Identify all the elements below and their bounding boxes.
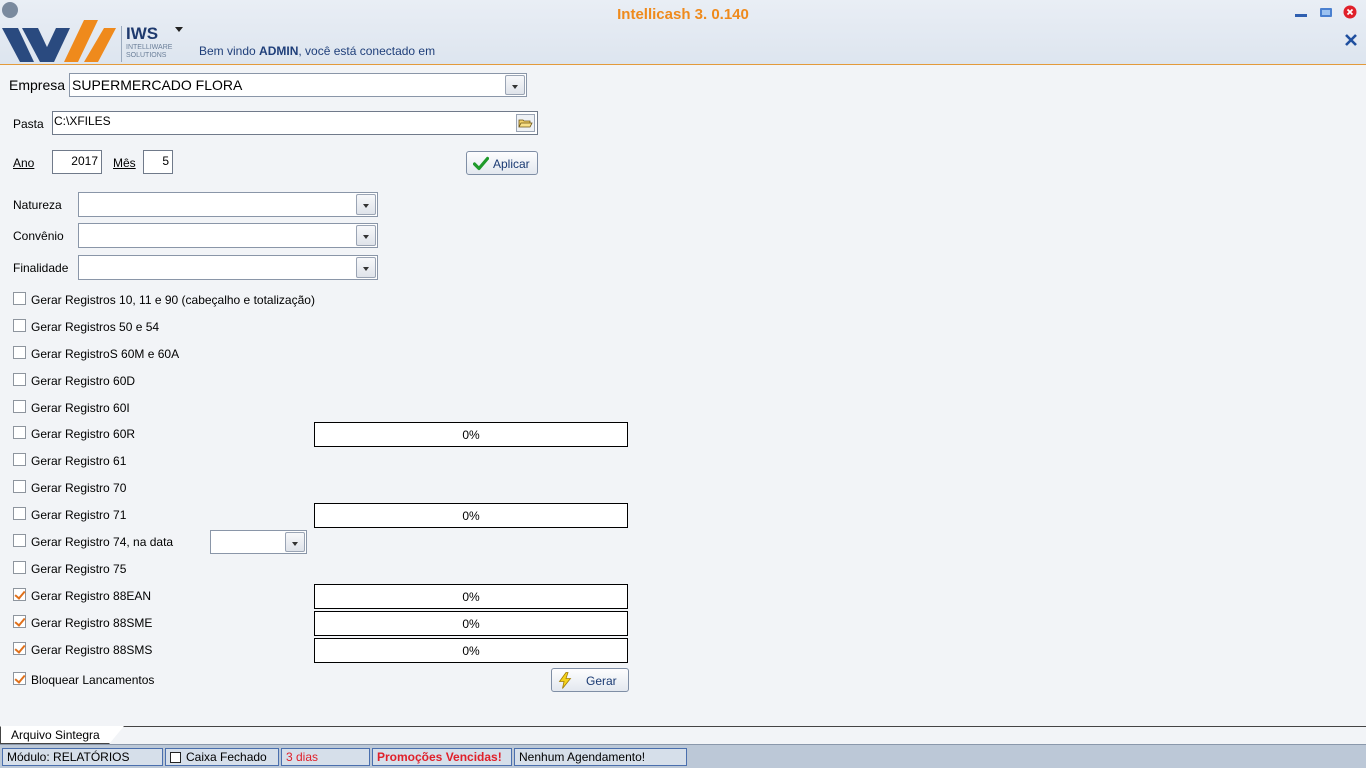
tab-strip: Arquivo Sintegra [0, 726, 1366, 744]
checkbox-registro-88sme[interactable] [13, 615, 26, 628]
empresa-dropdown-icon[interactable] [505, 75, 525, 95]
brand-separator [121, 26, 122, 62]
convenio-select[interactable] [78, 223, 378, 248]
brand-menu-dropdown-icon[interactable] [175, 27, 183, 32]
convenio-dropdown-icon[interactable] [356, 225, 376, 246]
finalidade-dropdown-icon[interactable] [356, 257, 376, 278]
progress-percent: 0% [462, 428, 480, 442]
gerar-button[interactable]: Gerar [551, 668, 629, 692]
checkbox-registro-60i[interactable] [13, 400, 26, 413]
progress-percent: 0% [462, 509, 480, 523]
brand-subtitle-line-2: SOLUTIONS [126, 52, 167, 59]
status-modulo: Módulo: RELATÓRIOS [2, 748, 163, 766]
natureza-label: Natureza [13, 198, 62, 212]
caixa-indicator-icon [170, 752, 181, 763]
pasta-input[interactable]: C:\XFILES [52, 111, 538, 135]
status-dias: 3 dias [281, 748, 370, 766]
checkbox-registro-60r[interactable] [13, 426, 26, 439]
checkbox-label: Gerar Registro 70 [31, 481, 127, 495]
checkbox-registro-74[interactable] [13, 534, 26, 547]
progress-bar-88sms: 0% [314, 638, 628, 663]
brand-name: IWS [126, 24, 159, 43]
brand-subtitle-line-1: INTELLIWARE [126, 44, 173, 51]
welcome-message: Bem vindo ADMIN, você está conectado em [199, 44, 435, 58]
aplicar-label: Aplicar [493, 157, 530, 171]
status-agendamento: Nenhum Agendamento! [514, 748, 687, 766]
progress-percent: 0% [462, 644, 480, 658]
progress-bar-71: 0% [314, 503, 628, 528]
finalidade-select[interactable] [78, 255, 378, 280]
checkbox-label: Gerar Registro 88EAN [31, 589, 152, 603]
pasta-label: Pasta [13, 117, 44, 131]
checkbox-label: Gerar Registros 10, 11 e 90 (cabeçalho e… [31, 293, 315, 307]
progress-bar-88ean: 0% [314, 584, 628, 609]
checkbox-registro-88ean[interactable] [13, 588, 26, 601]
mes-label: Mês [113, 156, 136, 170]
pasta-value: C:\XFILES [54, 114, 111, 128]
checkbox-registros-60m-60a[interactable] [13, 346, 26, 359]
progress-percent: 0% [462, 617, 480, 631]
gerar-label: Gerar [586, 674, 617, 688]
tab-arquivo-sintegra[interactable]: Arquivo Sintegra [0, 726, 124, 744]
ano-input[interactable]: 2017 [52, 150, 102, 174]
registro-74-date-picker[interactable] [210, 530, 307, 554]
progress-bar-88sme: 0% [314, 611, 628, 636]
checkmark-icon [473, 156, 489, 171]
checkbox-bloquear-lancamentos[interactable] [13, 672, 26, 685]
progress-percent: 0% [462, 590, 480, 604]
checkbox-registro-61[interactable] [13, 453, 26, 466]
aplicar-button[interactable]: Aplicar [466, 151, 538, 175]
convenio-label: Convênio [13, 229, 64, 243]
status-caixa-text: Caixa Fechado [186, 750, 267, 764]
natureza-dropdown-icon[interactable] [356, 194, 376, 215]
checkbox-registros-50-54[interactable] [13, 319, 26, 332]
finalidade-label: Finalidade [13, 261, 69, 275]
checkbox-label: Gerar Registro 60R [31, 427, 136, 441]
minimize-icon[interactable] [1294, 5, 1308, 19]
checkbox-label: Gerar RegistroS 60M e 60A [31, 347, 180, 361]
empresa-value: SUPERMERCADO FLORA [72, 77, 243, 93]
status-caixa: Caixa Fechado [165, 748, 279, 766]
welcome-user: ADMIN [259, 44, 299, 58]
app-header: IWS INTELLIWARE SOLUTIONS Bem vindo ADMI… [0, 0, 1366, 65]
checkbox-registro-75[interactable] [13, 561, 26, 574]
checkbox-label: Gerar Registro 88SME [31, 616, 153, 630]
checkbox-label: Gerar Registro 61 [31, 454, 127, 468]
natureza-select[interactable] [78, 192, 378, 217]
checkbox-label: Gerar Registro 88SMS [31, 643, 153, 657]
tab-label: Arquivo Sintegra [11, 728, 100, 742]
empresa-select[interactable]: SUPERMERCADO FLORA [69, 73, 527, 97]
date-dropdown-icon[interactable] [285, 532, 305, 552]
progress-bar-60r: 0% [314, 422, 628, 447]
open-folder-icon[interactable] [516, 114, 535, 132]
checkbox-label: Gerar Registro 74, na data [31, 535, 174, 549]
empresa-label: Empresa [9, 77, 66, 93]
welcome-suffix: , você está conectado em [298, 44, 436, 58]
checkbox-label: Gerar Registros 50 e 54 [31, 320, 160, 334]
checkbox-label: Gerar Registro 60D [31, 374, 136, 388]
checkbox-registro-71[interactable] [13, 507, 26, 520]
checkbox-label: Gerar Registro 60I [31, 401, 130, 415]
checkbox-registro-70[interactable] [13, 480, 26, 493]
close-form-icon[interactable] [1343, 32, 1359, 48]
welcome-prefix: Bem vindo [199, 44, 260, 58]
status-promocoes: Promoções Vencidas! [372, 748, 512, 766]
maximize-icon[interactable] [1319, 5, 1333, 19]
checkbox-registros-10-11-90[interactable] [13, 292, 26, 305]
lightning-icon [558, 672, 572, 689]
checkbox-label: Gerar Registro 75 [31, 562, 127, 576]
checkbox-registro-60d[interactable] [13, 373, 26, 386]
mes-input[interactable]: 5 [143, 150, 173, 174]
app-title: Intellicash 3. 0.140 [617, 6, 749, 23]
close-window-icon[interactable] [1343, 5, 1357, 19]
status-bar: Módulo: RELATÓRIOS Caixa Fechado 3 dias … [0, 744, 1366, 768]
brand-subtitle: INTELLIWARE SOLUTIONS [126, 44, 176, 60]
checkbox-registro-88sms[interactable] [13, 642, 26, 655]
checkbox-label: Bloquear Lancamentos [31, 673, 155, 687]
checkbox-label: Gerar Registro 71 [31, 508, 127, 522]
ano-label: Ano [13, 156, 35, 170]
